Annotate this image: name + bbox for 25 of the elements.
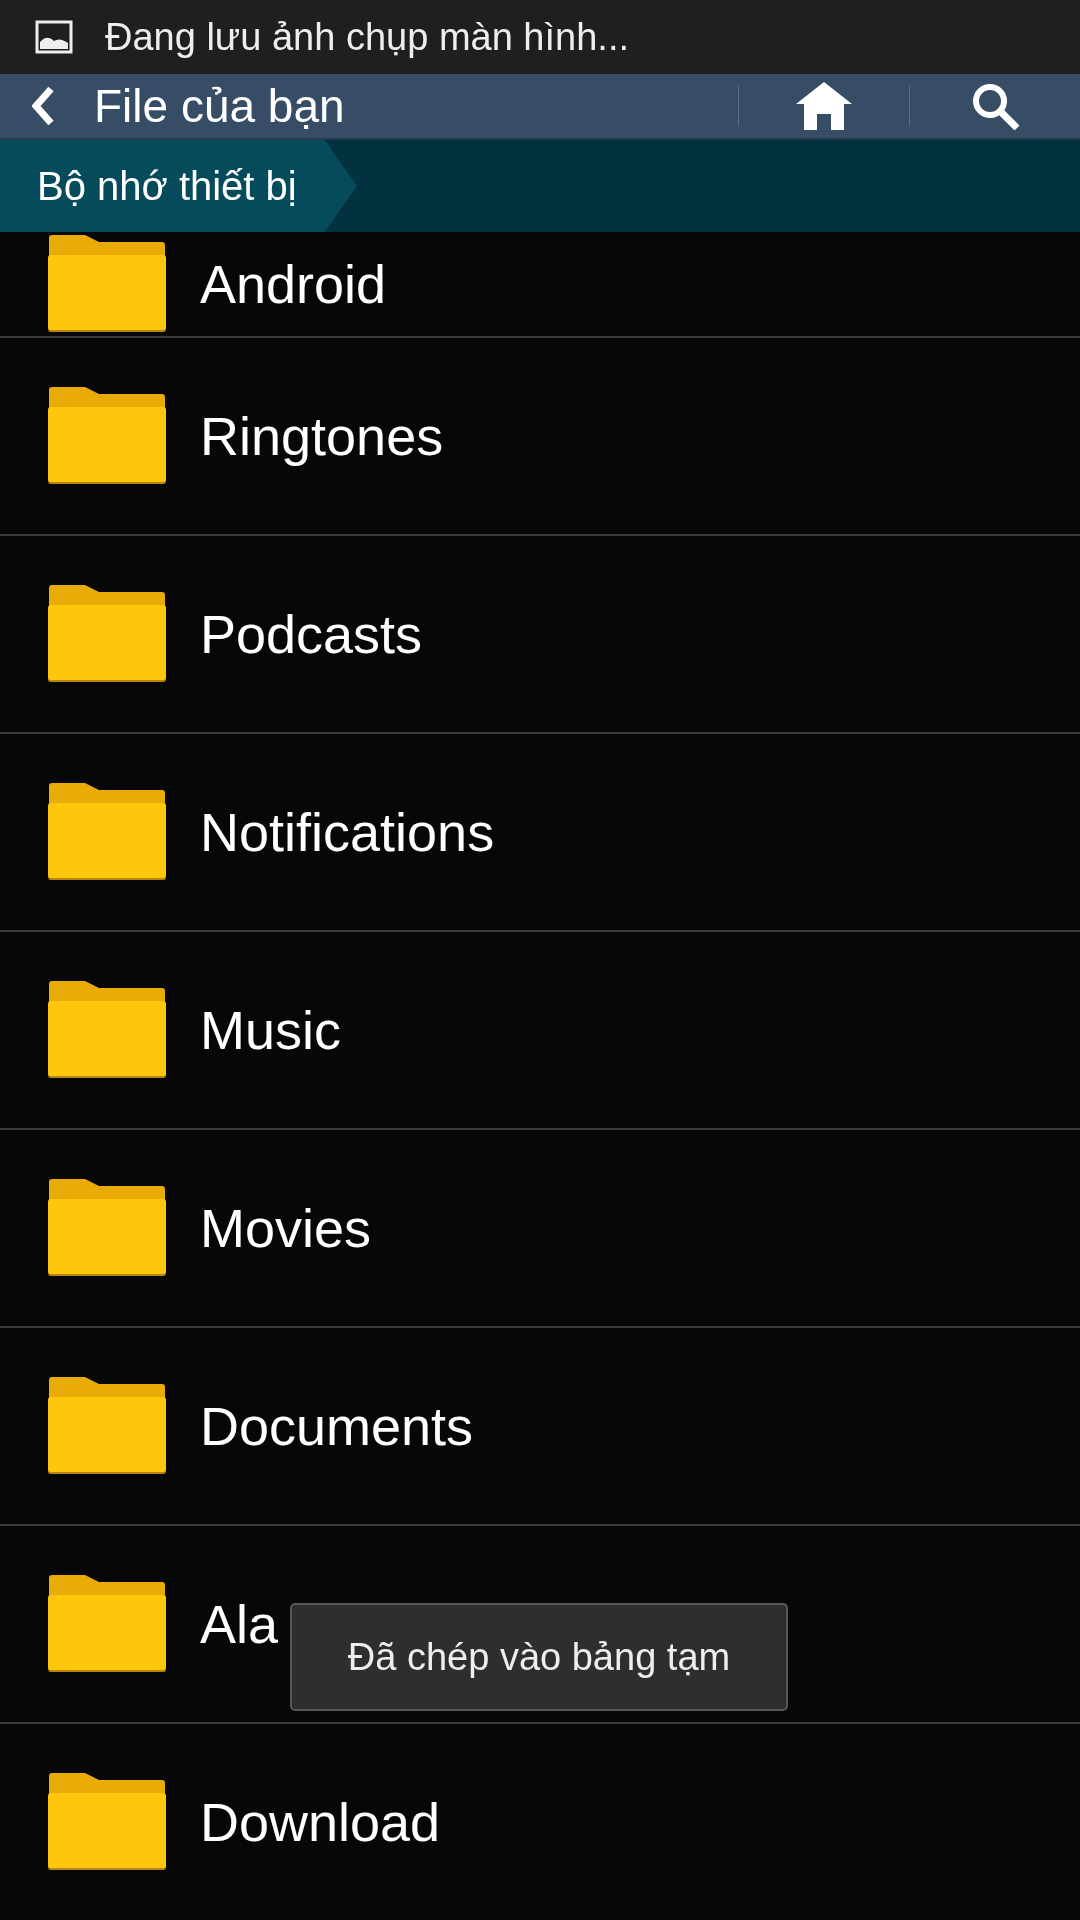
folder-icon <box>47 386 167 486</box>
folder-name: Movies <box>200 1197 372 1259</box>
search-icon <box>971 82 1019 130</box>
folder-name: Podcasts <box>200 603 423 665</box>
folder-name: Music <box>200 999 341 1061</box>
folder-name: Documents <box>200 1395 474 1457</box>
folder-icon <box>47 782 167 882</box>
screen-title: File của bạn <box>94 79 346 133</box>
folder-icon <box>47 1376 167 1476</box>
folder-name: Download <box>200 1791 441 1853</box>
folder-icon <box>47 1772 167 1872</box>
home-icon <box>796 82 852 130</box>
folder-icon <box>47 1574 167 1674</box>
notification-text: Đang lưu ảnh chụp màn hình... <box>105 15 629 59</box>
folder-name: Ala <box>200 1593 279 1655</box>
folder-icon <box>47 980 167 1080</box>
toast-message: Đã chép vào bảng tạm <box>290 1603 788 1711</box>
folder-name: Android <box>200 253 387 315</box>
image-icon <box>35 20 73 54</box>
folder-icon <box>47 234 167 334</box>
folder-icon <box>47 1178 167 1278</box>
folder-name: Notifications <box>200 801 495 863</box>
folder-name: Ringtones <box>200 405 444 467</box>
breadcrumb-item[interactable]: Bộ nhớ thiết bị <box>0 140 357 232</box>
folder-icon <box>47 584 167 684</box>
